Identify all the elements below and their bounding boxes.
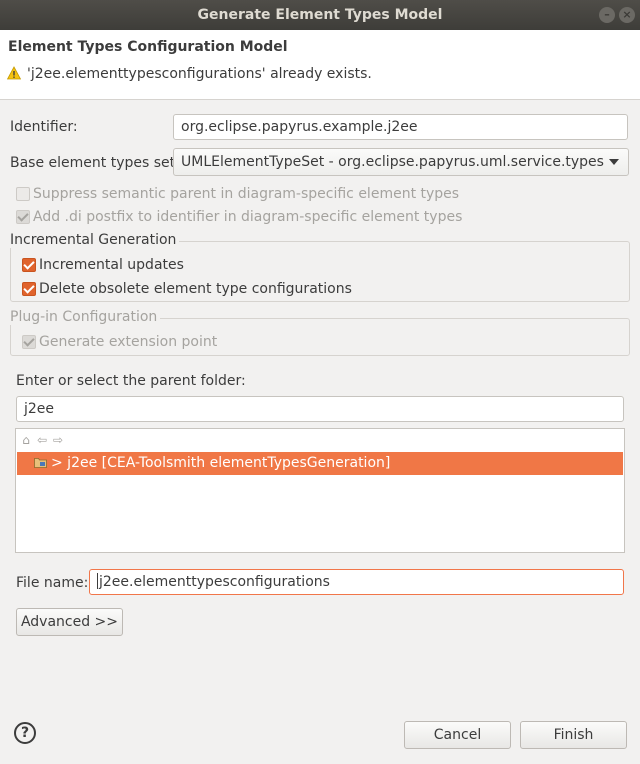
home-icon[interactable]: ⌂ [19, 433, 33, 447]
tree-toolbar: ⌂ ⇦ ⇨ [19, 432, 67, 448]
chevron-down-icon [609, 159, 619, 165]
base-types-select[interactable]: UMLElementTypeSet - org.eclipse.papyrus.… [173, 148, 629, 176]
finish-button[interactable]: Finish [520, 721, 627, 749]
dialog-header: Element Types Configuration Model 'j2ee.… [0, 30, 640, 100]
advanced-button[interactable]: Advanced >> [16, 608, 123, 636]
forward-icon[interactable]: ⇨ [51, 433, 65, 447]
tree-item-j2ee[interactable]: > j2ee [CEA-Toolsmith elementTypesGenera… [17, 452, 623, 475]
incremental-updates-label: Incremental updates [39, 257, 184, 273]
base-types-label: Base element types set: [10, 155, 180, 171]
page-title: Element Types Configuration Model [8, 39, 288, 55]
folder-tree[interactable]: ⌂ ⇦ ⇨ > j2ee [CEA-Toolsmith elementTypesGe… [15, 428, 625, 553]
extension-point-checkbox[interactable] [22, 335, 36, 349]
back-icon[interactable]: ⇦ [35, 433, 49, 447]
add-di-checkbox[interactable] [16, 210, 30, 224]
file-name-label: File name: [16, 575, 89, 591]
extension-point-label: Generate extension point [39, 334, 218, 350]
cancel-button[interactable]: Cancel [404, 721, 511, 749]
suppress-label: Suppress semantic parent in diagram-spec… [33, 186, 460, 202]
identifier-input[interactable]: org.eclipse.papyrus.example.j2ee [173, 114, 628, 140]
parent-folder-input[interactable]: j2ee [16, 396, 624, 422]
window-titlebar: Generate Element Types Model – × [0, 0, 640, 30]
base-types-value: UMLElementTypeSet - org.eclipse.papyrus.… [181, 154, 604, 170]
text-cursor [97, 573, 98, 589]
file-name-value: j2ee.elementtypesconfigurations [99, 574, 330, 590]
tree-item-label: > j2ee [CEA-Toolsmith elementTypesGenera… [51, 455, 391, 471]
help-icon[interactable]: ? [14, 722, 36, 744]
project-folder-icon [34, 458, 47, 468]
delete-obsolete-label: Delete obsolete element type configurati… [39, 281, 352, 297]
delete-obsolete-checkbox[interactable] [22, 282, 36, 296]
plugin-group-title: Plug-in Configuration [10, 309, 161, 325]
warning-icon [7, 66, 21, 80]
window-title: Generate Element Types Model [197, 7, 443, 23]
file-name-input[interactable]: j2ee.elementtypesconfigurations [89, 569, 624, 595]
minimize-button[interactable]: – [599, 7, 615, 23]
incremental-group-title: Incremental Generation [10, 232, 180, 248]
close-button[interactable]: × [619, 7, 635, 23]
suppress-checkbox[interactable] [16, 187, 30, 201]
parent-folder-prompt: Enter or select the parent folder: [16, 373, 246, 389]
header-message: 'j2ee.elementtypesconfigurations' alread… [27, 66, 372, 82]
add-di-label: Add .di postfix to identifier in diagram… [33, 209, 463, 225]
identifier-label: Identifier: [10, 119, 78, 135]
incremental-updates-checkbox[interactable] [22, 258, 36, 272]
